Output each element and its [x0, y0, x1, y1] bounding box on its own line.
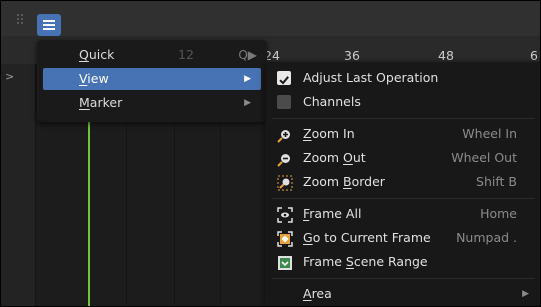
menu-item-shortcut: Q▶	[238, 48, 257, 62]
menu-item-frame-scene-range[interactable]: Frame Scene Range	[266, 250, 541, 274]
menu-item-shortcut: Numpad .	[456, 230, 517, 245]
menu-item-channels[interactable]: Channels	[266, 90, 541, 114]
frame-all-icon	[277, 207, 293, 223]
menu-item-label: Zoom In	[303, 126, 355, 141]
menu-item-shortcut: Wheel Out	[451, 150, 517, 165]
ruler-tick-label: 6	[530, 48, 538, 63]
menu-item-marker[interactable]: Marker ▶	[43, 92, 261, 114]
current-frame-icon	[277, 231, 293, 247]
editor-header	[0, 0, 541, 37]
checkbox-checked-icon[interactable]	[277, 71, 291, 85]
menu-item-label: Quick	[79, 47, 115, 62]
submenu-arrow-icon: ▶	[244, 98, 251, 108]
zoom-in-icon	[277, 127, 291, 143]
ruler-tick-label: 36	[344, 48, 360, 63]
menu-item-label: Adjust Last Operation	[303, 70, 439, 85]
view-submenu: Adjust Last Operation Channels Zoom In W…	[266, 62, 541, 307]
submenu-arrow-icon: ▶	[244, 74, 251, 84]
zoom-out-icon	[277, 151, 291, 167]
menu-item-label: Frame All	[303, 206, 362, 221]
menu-item-label: Zoom Border	[303, 174, 385, 189]
menu-item-label: Area	[303, 286, 332, 301]
menu-item-shortcut: Shift B	[476, 174, 517, 189]
menu-separator	[272, 198, 535, 199]
menu-item-zoom-border[interactable]: Zoom Border Shift B	[266, 170, 541, 194]
ruler-tick-behind: 12	[178, 47, 194, 62]
menu-item-go-to-current-frame[interactable]: Go to Current Frame Numpad .	[266, 226, 541, 250]
frame-scene-range-icon	[277, 255, 292, 270]
hamburger-icon	[43, 20, 55, 30]
checkbox-unchecked-icon[interactable]	[277, 95, 291, 109]
menu-item-view[interactable]: View ▶	[43, 68, 261, 90]
grip-icon[interactable]	[17, 14, 25, 26]
menu-item-zoom-out[interactable]: Zoom Out Wheel Out	[266, 146, 541, 170]
menu-item-label: Channels	[303, 94, 361, 109]
menu-separator	[272, 278, 535, 279]
playhead[interactable]	[88, 116, 90, 307]
menu-item-label: Go to Current Frame	[303, 230, 431, 245]
menu-item-label: View	[79, 71, 109, 86]
zoom-border-icon	[277, 175, 293, 191]
menu-item-frame-all[interactable]: Frame All Home	[266, 202, 541, 226]
menu-item-quick[interactable]: Quick 12 Q▶	[43, 44, 261, 66]
ruler-tick-label: 48	[438, 48, 454, 63]
menu-item-label: Marker	[79, 95, 123, 110]
menu-item-zoom-in[interactable]: Zoom In Wheel In	[266, 122, 541, 146]
menu-item-shortcut: Wheel In	[462, 126, 517, 141]
menu-item-adjust-last-operation[interactable]: Adjust Last Operation	[266, 66, 541, 90]
submenu-arrow-icon: ▶	[522, 289, 529, 299]
chevron-right-icon[interactable]: >	[5, 70, 15, 84]
editor-menu-button[interactable]	[37, 14, 61, 36]
menu-item-label: Frame Scene Range	[303, 254, 428, 269]
menu-item-label: Zoom Out	[303, 150, 366, 165]
main-menu: Quick 12 Q▶ View ▶ Marker ▶	[37, 40, 267, 122]
menu-separator	[272, 118, 535, 119]
menu-item-area[interactable]: Area ▶	[266, 282, 541, 306]
menu-item-shortcut: Home	[480, 206, 517, 221]
